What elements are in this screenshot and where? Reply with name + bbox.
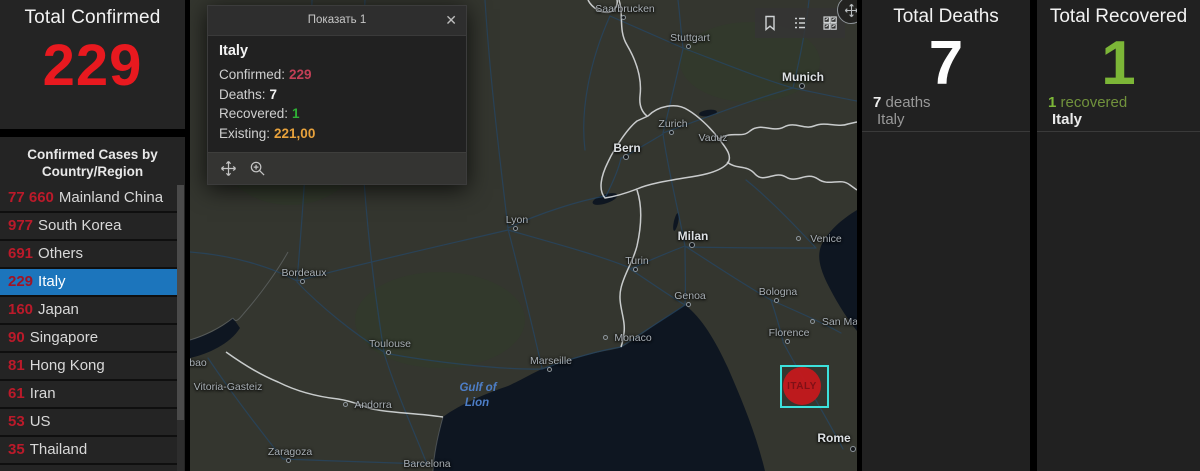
- country-count: 81: [8, 357, 25, 374]
- list-scrollbar-thumb[interactable]: [177, 185, 184, 420]
- country-name: Thailand: [29, 441, 88, 458]
- map-popup: Показать 1 ✕ Italy Confirmed: 229 Deaths:…: [207, 5, 467, 185]
- country-row[interactable]: 229 Italy: [0, 269, 178, 297]
- country-name: South Korea: [38, 217, 122, 234]
- popup-header: Показать 1 ✕: [208, 6, 466, 36]
- country-count: 160: [8, 301, 34, 318]
- country-count: 229: [8, 273, 34, 290]
- deaths-detail-region: Italy: [877, 111, 905, 128]
- popup-stat-row: Existing: 221,00: [219, 124, 455, 144]
- country-name: Others: [38, 245, 84, 262]
- country-row[interactable]: 90 Singapore: [0, 325, 178, 353]
- map[interactable]: Saarbrucken Stuttgart Munich Zurich Vadu…: [190, 0, 857, 471]
- move-icon: [844, 3, 857, 17]
- country-row[interactable]: 160 Japan: [0, 297, 178, 325]
- popup-title: Показать 1: [307, 14, 367, 26]
- country-name: Hong Kong: [29, 357, 105, 374]
- country-name: Singapore: [29, 329, 99, 346]
- marker-label: ITALY: [787, 380, 817, 392]
- country-list: 77 660 Mainland China 977 South Korea 691 O…: [0, 185, 178, 465]
- popup-stat-value: 7: [269, 86, 278, 102]
- popup-stat-label: Deaths:: [219, 86, 266, 102]
- country-list-title: Confirmed Cases by Country/Region: [0, 137, 185, 185]
- country-count: 61: [8, 385, 25, 402]
- country-row[interactable]: 53 US: [0, 409, 178, 437]
- total-confirmed-title: Total Confirmed: [24, 7, 161, 28]
- country-row[interactable]: 61 Iran: [0, 381, 178, 409]
- popup-stat-row: Deaths: 7: [219, 85, 455, 105]
- country-list-title-line1: Confirmed Cases by: [27, 147, 158, 162]
- deaths-detail-value: 7: [873, 94, 882, 111]
- country-row[interactable]: 691 Others: [0, 241, 178, 269]
- recovered-detail: 1 recovered Italy: [1048, 94, 1127, 128]
- country-list-title-line2: Country/Region: [41, 164, 144, 179]
- deaths-detail-label: deaths: [885, 94, 931, 111]
- popup-footer: [208, 152, 466, 184]
- country-name: Mainland China: [58, 189, 164, 206]
- recovered-detail-region: Italy: [1052, 111, 1083, 128]
- basemap-icon[interactable]: [821, 14, 839, 32]
- country-count: 77 660: [8, 189, 54, 206]
- map-toolbar: [755, 8, 845, 38]
- total-confirmed-panel: Total Confirmed 229: [0, 0, 185, 129]
- close-icon[interactable]: ✕: [445, 12, 457, 29]
- popup-stat-value: 229: [289, 67, 312, 82]
- popup-body: Italy Confirmed: 229 Deaths: 7 Recovered: 1: [208, 36, 466, 152]
- total-recovered-title: Total Recovered: [1049, 6, 1188, 27]
- country-row[interactable]: 35 Thailand: [0, 437, 178, 465]
- recovered-detail-label: recovered: [1060, 94, 1128, 111]
- country-count: 90: [8, 329, 25, 346]
- country-count: 691: [8, 245, 34, 262]
- total-deaths-value: 7: [928, 29, 964, 98]
- country-name: Italy: [38, 273, 66, 290]
- zoom-in-icon[interactable]: [249, 160, 266, 177]
- legend-icon[interactable]: [791, 14, 809, 32]
- italy-case-marker[interactable]: ITALY: [783, 367, 821, 405]
- recovered-detail-line: 1 recovered: [1048, 94, 1127, 111]
- country-name: Japan: [38, 301, 79, 318]
- popup-stat-value: 1: [292, 106, 300, 121]
- popup-stat-row: Confirmed: 229: [219, 65, 455, 85]
- country-list-panel: Confirmed Cases by Country/Region 77 660…: [0, 137, 185, 471]
- popup-stats: Confirmed: 229 Deaths: 7 Recovered: 1 Exist…: [219, 65, 455, 143]
- popup-stat-value: 221,00: [274, 125, 316, 141]
- deaths-detail-line: 7 deaths: [873, 94, 931, 111]
- country-row[interactable]: 77 660 Mainland China: [0, 185, 178, 213]
- country-row[interactable]: 977 South Korea: [0, 213, 178, 241]
- popup-stat-label: Recovered:: [219, 106, 289, 121]
- popup-stat-label: Existing:: [219, 125, 271, 141]
- list-scrollbar[interactable]: [177, 185, 184, 471]
- total-recovered-value: 1: [1101, 29, 1136, 98]
- popup-stat-row: Recovered: 1: [219, 104, 455, 124]
- country-name: Iran: [29, 385, 56, 402]
- total-deaths-panel: Total Deaths 7 7 deaths Italy: [862, 0, 1030, 471]
- recovered-detail-value: 1: [1048, 94, 1057, 111]
- panel-divider: [862, 131, 1030, 132]
- popup-country: Italy: [219, 43, 249, 59]
- country-count: 35: [8, 441, 25, 458]
- total-deaths-title: Total Deaths: [893, 6, 999, 27]
- total-confirmed-value: 229: [42, 33, 143, 98]
- country-count: 53: [8, 413, 25, 430]
- bookmark-icon[interactable]: [761, 14, 779, 32]
- popup-stat-label: Confirmed:: [219, 67, 286, 82]
- panel-divider: [1037, 131, 1200, 132]
- move-icon[interactable]: [220, 160, 237, 177]
- country-name: US: [29, 413, 51, 430]
- country-count: 977: [8, 217, 34, 234]
- country-row[interactable]: 81 Hong Kong: [0, 353, 178, 381]
- total-recovered-panel: Total Recovered 1 1 recovered Italy: [1037, 0, 1200, 471]
- deaths-detail: 7 deaths Italy: [873, 94, 931, 128]
